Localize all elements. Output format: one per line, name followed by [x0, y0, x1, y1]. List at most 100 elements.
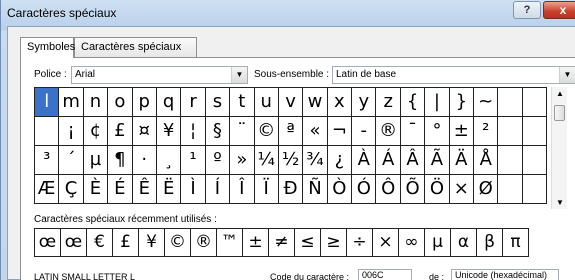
symbol-cell[interactable] [522, 146, 548, 175]
symbol-cell[interactable]: Æ [35, 175, 60, 204]
symbol-cell[interactable]: § [205, 117, 231, 146]
symbol-cell[interactable]: Ò [327, 175, 353, 204]
symbol-cell[interactable]: Î [230, 175, 255, 204]
recent-cell[interactable]: œ [35, 229, 61, 257]
symbol-cell[interactable]: Ä [449, 146, 475, 175]
symbol-cell[interactable] [522, 88, 548, 117]
recent-cell[interactable]: ™ [217, 229, 243, 257]
symbol-cell[interactable] [522, 175, 548, 204]
symbol-cell[interactable] [522, 117, 548, 146]
symbol-cell[interactable]: w [303, 88, 328, 117]
symbol-cell[interactable]: £ [108, 117, 133, 146]
symbol-cell[interactable]: « [303, 117, 328, 146]
symbol-cell[interactable]: » [230, 146, 255, 175]
symbol-cell[interactable]: ¹ [181, 146, 206, 175]
arrow-up-icon[interactable]: ▲ [556, 89, 564, 98]
recent-cell[interactable]: × [373, 229, 399, 257]
recent-cell[interactable]: œ [61, 229, 87, 257]
symbol-cell[interactable]: x [327, 88, 353, 117]
recent-cell[interactable]: β [477, 229, 503, 257]
recent-cell[interactable]: ® [191, 229, 217, 257]
symbol-cell[interactable]: ´ [59, 146, 84, 175]
symbol-cell[interactable]: Ö [425, 175, 450, 204]
symbol-cell[interactable]: ¸ [156, 146, 182, 175]
arrow-down-icon[interactable]: ▼ [556, 198, 564, 207]
tab-caracteres-speciaux[interactable]: Caractères spéciaux [74, 37, 197, 57]
font-select[interactable]: Arial ▼ [71, 66, 248, 84]
symbol-cell[interactable]: ² [474, 117, 499, 146]
symbol-cell[interactable]: ½ [278, 146, 304, 175]
symbol-grid-scrollbar[interactable]: ▲ ▼ [551, 87, 567, 209]
symbol-cell[interactable]: µ [83, 146, 109, 175]
tab-symboles[interactable]: Symboles [20, 37, 75, 58]
symbol-cell[interactable]: p [132, 88, 157, 117]
symbol-cell[interactable]: u [254, 88, 279, 117]
symbol-cell[interactable]: ª [278, 117, 304, 146]
symbol-cell[interactable] [498, 88, 523, 117]
symbol-cell[interactable]: Ï [254, 175, 279, 204]
symbol-cell[interactable]: t [230, 88, 255, 117]
recent-cell[interactable]: € [87, 229, 113, 257]
symbol-cell[interactable]: n [83, 88, 109, 117]
encoding-select[interactable]: Unicode (hexadécimal) [451, 269, 559, 280]
recent-cell[interactable]: ≤ [295, 229, 321, 257]
recent-cell[interactable]: ≥ [321, 229, 347, 257]
symbol-cell[interactable]: ± [449, 117, 475, 146]
symbol-cell[interactable]: Ó [352, 175, 377, 204]
recent-cell[interactable]: π [503, 229, 529, 257]
symbol-cell[interactable]: º [205, 146, 231, 175]
symbol-cell[interactable]: y [352, 88, 377, 117]
recent-cell[interactable]: ≠ [269, 229, 295, 257]
symbol-cell[interactable]: ¿ [327, 146, 353, 175]
symbol-cell[interactable] [35, 117, 60, 146]
chevron-down-icon[interactable]: ▼ [559, 67, 575, 83]
recent-cell[interactable]: µ [425, 229, 451, 257]
symbol-cell[interactable]: Ø [474, 175, 499, 204]
symbol-cell[interactable]: Å [474, 146, 499, 175]
symbol-cell[interactable] [498, 175, 523, 204]
symbol-cell[interactable]: · [132, 146, 157, 175]
recent-cell[interactable]: £ [113, 229, 139, 257]
symbol-cell[interactable]: ³ [35, 146, 60, 175]
symbol-cell[interactable]: ~ [474, 88, 499, 117]
close-button[interactable]: x [543, 1, 575, 19]
symbol-cell[interactable] [498, 117, 523, 146]
scrollbar-thumb[interactable] [554, 105, 565, 121]
symbol-cell[interactable]: À [352, 146, 377, 175]
help-button[interactable]: ? [513, 1, 541, 19]
symbol-cell[interactable]: ¢ [83, 117, 109, 146]
symbol-cell[interactable]: v [278, 88, 304, 117]
recent-cell[interactable]: ± [243, 229, 269, 257]
symbol-cell[interactable]: o [108, 88, 133, 117]
symbol-cell[interactable]: ¶ [108, 146, 133, 175]
symbol-cell[interactable]: ¯ [400, 117, 426, 146]
symbol-cell[interactable]: Ã [425, 146, 450, 175]
symbol-cell[interactable]: ¤ [132, 117, 157, 146]
symbol-cell[interactable]: Í [205, 175, 231, 204]
symbol-cell[interactable]: Ç [59, 175, 84, 204]
subset-select[interactable]: Latin de base ▼ [332, 66, 575, 84]
symbol-cell[interactable]: × [449, 175, 475, 204]
symbol-cell[interactable]: q [156, 88, 182, 117]
symbol-cell[interactable]: s [205, 88, 231, 117]
symbol-cell[interactable]: È [83, 175, 109, 204]
symbol-cell[interactable]: z [376, 88, 401, 117]
symbol-cell[interactable]: Ð [278, 175, 304, 204]
symbol-cell[interactable]: ¨ [230, 117, 255, 146]
symbol-cell[interactable]: ¡ [59, 117, 84, 146]
recent-cell[interactable]: © [165, 229, 191, 257]
symbol-cell[interactable]: Â [400, 146, 426, 175]
symbol-cell[interactable]: Ë [156, 175, 182, 204]
symbol-cell[interactable]: É [108, 175, 133, 204]
symbol-cell[interactable]: ° [425, 117, 450, 146]
symbol-cell[interactable]: Ñ [303, 175, 328, 204]
symbol-cell-selected[interactable]: l [35, 88, 60, 117]
symbol-cell[interactable]: ¦ [181, 117, 206, 146]
symbol-cell[interactable]: ¾ [303, 146, 328, 175]
symbol-cell[interactable]: ® [376, 117, 401, 146]
symbol-cell[interactable]: © [254, 117, 279, 146]
symbol-cell[interactable]: { [400, 88, 426, 117]
symbol-cell[interactable]: - [352, 117, 377, 146]
symbol-cell[interactable]: r [181, 88, 206, 117]
symbol-cell[interactable]: } [449, 88, 475, 117]
